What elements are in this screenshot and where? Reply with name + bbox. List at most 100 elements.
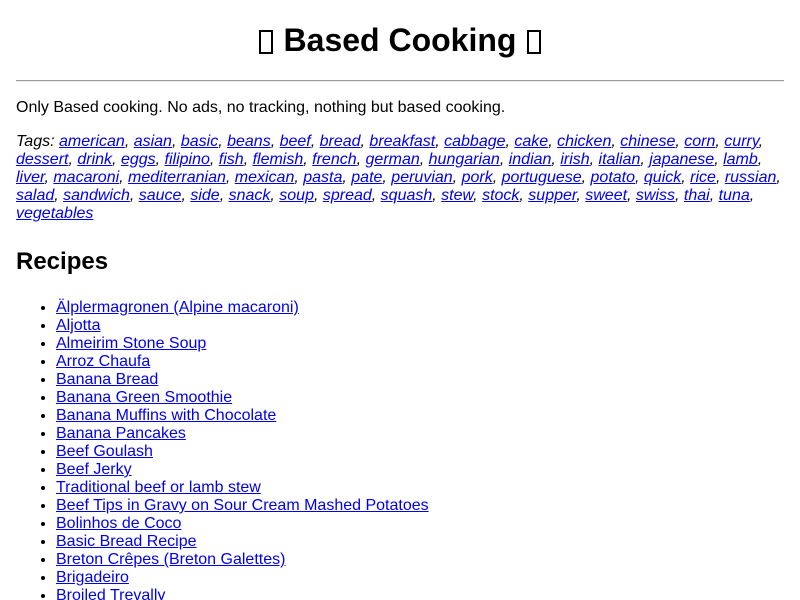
tag-link-american[interactable]: american [59,133,125,150]
tag-link-chinese[interactable]: chinese [620,133,675,150]
recipe-link[interactable]: Traditional beef or lamb stew [56,479,261,496]
tag-link-italian[interactable]: italian [599,151,641,168]
recipe-list-item: Banana Bread [56,371,784,389]
page-title-text: Based Cooking [283,22,517,58]
tag-link-chicken[interactable]: chicken [557,133,611,150]
tags-label: Tags: [16,133,55,150]
tag-link-russian[interactable]: russian [725,169,777,186]
recipe-list-item: Broiled Trevally [56,587,784,600]
recipe-link[interactable]: Aljotta [56,317,100,334]
tag-link-flemish[interactable]: flemish [253,151,304,168]
tag-link-mexican[interactable]: mexican [235,169,295,186]
recipe-list-item: Breton Crêpes (Breton Galettes) [56,551,784,569]
tag-link-lamb[interactable]: lamb [723,151,758,168]
recipe-list-item: Brigadeiro [56,569,784,587]
recipe-link[interactable]: Beef Tips in Gravy on Sour Cream Mashed … [56,497,429,514]
recipe-list-item: Älplermagronen (Alpine macaroni) [56,299,784,317]
tag-link-tuna[interactable]: tuna [719,187,750,204]
tag-link-soup[interactable]: soup [279,187,314,204]
recipe-link[interactable]: Breton Crêpes (Breton Galettes) [56,551,285,568]
recipe-list: Älplermagronen (Alpine macaroni)AljottaA… [16,299,784,600]
tag-link-snack[interactable]: snack [229,187,271,204]
tag-link-bread[interactable]: bread [320,133,361,150]
tag-link-liver[interactable]: liver [16,169,44,186]
tag-link-hungarian[interactable]: hungarian [429,151,500,168]
tag-link-pate[interactable]: pate [351,169,382,186]
tag-link-spread[interactable]: spread [323,187,372,204]
recipe-link[interactable]: Beef Goulash [56,443,153,460]
recipe-list-item: Beef Tips in Gravy on Sour Cream Mashed … [56,497,784,515]
missing-glyph-icon [527,30,542,54]
divider [16,80,784,82]
recipe-link[interactable]: Bolinhos de Coco [56,515,181,532]
recipes-heading: Recipes [16,248,109,275]
recipe-list-item: Traditional beef or lamb stew [56,479,784,497]
page: Based Cooking Only Based cooking. No ads… [0,0,800,600]
tag-link-macaroni[interactable]: macaroni [53,169,119,186]
tag-link-breakfast[interactable]: breakfast [369,133,435,150]
missing-glyph-icon [258,30,273,54]
recipe-list-item: Banana Muffins with Chocolate [56,407,784,425]
recipe-link[interactable]: Beef Jerky [56,461,132,478]
recipe-list-item: Aljotta [56,317,784,335]
tag-link-corn[interactable]: corn [684,133,715,150]
tag-link-sweet[interactable]: sweet [585,187,627,204]
tag-link-beef[interactable]: beef [280,133,311,150]
tag-link-swiss[interactable]: swiss [636,187,675,204]
tag-link-irish[interactable]: irish [560,151,589,168]
tag-link-basic[interactable]: basic [181,133,218,150]
tag-link-side[interactable]: side [190,187,219,204]
recipe-list-item: Basic Bread Recipe [56,533,784,551]
tag-link-peruvian[interactable]: peruvian [391,169,452,186]
tag-link-fish[interactable]: fish [219,151,244,168]
recipe-link[interactable]: Arroz Chaufa [56,353,150,370]
tag-link-salad[interactable]: salad [16,187,54,204]
tag-link-quick[interactable]: quick [644,169,681,186]
tag-link-squash[interactable]: squash [381,187,433,204]
tag-link-portuguese[interactable]: portuguese [502,169,582,186]
recipe-link[interactable]: Banana Green Smoothie [56,389,232,406]
tag-link-pork[interactable]: pork [462,169,493,186]
tag-link-dessert[interactable]: dessert [16,151,68,168]
recipe-link[interactable]: Almeirim Stone Soup [56,335,206,352]
tag-list: Tags: american, asian, basic, beans, bee… [16,133,784,223]
tag-link-stew[interactable]: stew [441,187,473,204]
tag-link-sauce[interactable]: sauce [139,187,182,204]
tag-link-pasta[interactable]: pasta [303,169,342,186]
recipe-list-item: Arroz Chaufa [56,353,784,371]
recipe-list-item: Beef Goulash [56,443,784,461]
tag-link-indian[interactable]: indian [509,151,552,168]
tag-link-mediterranian[interactable]: mediterranian [128,169,226,186]
recipe-link[interactable]: Banana Muffins with Chocolate [56,407,276,424]
recipe-link[interactable]: Basic Bread Recipe [56,533,197,550]
tag-link-beans[interactable]: beans [227,133,271,150]
tag-link-french[interactable]: french [312,151,356,168]
tag-link-rice[interactable]: rice [690,169,716,186]
recipe-list-item: Banana Green Smoothie [56,389,784,407]
tag-link-japanese[interactable]: japanese [649,151,714,168]
recipe-link[interactable]: Brigadeiro [56,569,129,586]
recipe-list-item: Banana Pancakes [56,425,784,443]
tag-link-german[interactable]: german [366,151,420,168]
recipe-list-item: Beef Jerky [56,461,784,479]
tag-link-potato[interactable]: potato [591,169,635,186]
tag-link-stock[interactable]: stock [482,187,519,204]
tag-link-sandwich[interactable]: sandwich [63,187,130,204]
recipe-list-item: Almeirim Stone Soup [56,335,784,353]
tag-link-vegetables[interactable]: vegetables [16,205,93,222]
tag-link-eggs[interactable]: eggs [121,151,156,168]
tag-link-supper[interactable]: supper [528,187,576,204]
tag-links: american, asian, basic, beans, beef, bre… [16,133,781,222]
recipe-link[interactable]: Broiled Trevally [56,587,165,600]
tag-link-filipino[interactable]: filipino [165,151,210,168]
tag-link-drink[interactable]: drink [77,151,112,168]
tag-link-cabbage[interactable]: cabbage [444,133,505,150]
tagline: Only Based cooking. No ads, no tracking,… [16,99,506,116]
recipe-link[interactable]: Banana Bread [56,371,158,388]
recipe-link[interactable]: Älplermagronen (Alpine macaroni) [56,299,299,316]
tag-link-asian[interactable]: asian [134,133,172,150]
recipe-link[interactable]: Banana Pancakes [56,425,186,442]
tag-link-thai[interactable]: thai [684,187,710,204]
tag-link-curry[interactable]: curry [724,133,758,150]
tag-link-cake[interactable]: cake [514,133,548,150]
